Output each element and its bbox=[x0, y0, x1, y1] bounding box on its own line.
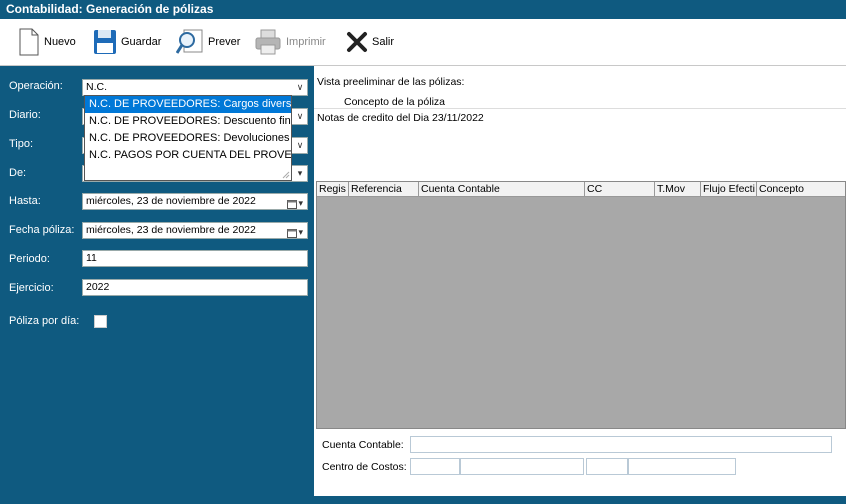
printer-icon bbox=[255, 29, 281, 55]
cuenta-contable-input[interactable] bbox=[410, 436, 832, 453]
dropdown-item[interactable]: N.C. DE PROVEEDORES: Cargos diversos bbox=[85, 96, 291, 113]
close-x-icon bbox=[347, 32, 367, 52]
salir-label: Salir bbox=[372, 36, 395, 48]
grid-header-tmov[interactable]: T.Mov bbox=[655, 182, 701, 197]
grid-header-flujo[interactable]: Flujo Efecti bbox=[701, 182, 757, 197]
grid-header-concepto[interactable]: Concepto bbox=[757, 182, 845, 197]
bottom-border bbox=[0, 496, 846, 504]
imprimir-button[interactable]: Imprimir bbox=[254, 27, 326, 57]
new-document-icon bbox=[19, 28, 39, 56]
resize-grip-icon[interactable] bbox=[282, 171, 290, 179]
tipo-label: Tipo: bbox=[9, 138, 34, 150]
ejercicio-label: Ejercicio: bbox=[9, 282, 54, 294]
operacion-dropdown-list: N.C. DE PROVEEDORES: Cargos diversos N.C… bbox=[84, 95, 292, 181]
salir-button[interactable]: Salir bbox=[346, 27, 394, 57]
hasta-value: miércoles, 23 de noviembre de 2022 bbox=[86, 195, 256, 207]
dropdown-item[interactable]: N.C. PAGOS POR CUENTA DEL PROVEEDO bbox=[85, 147, 291, 164]
prever-label: Prever bbox=[208, 36, 241, 48]
fecha-poliza-date-picker[interactable]: miércoles, 23 de noviembre de 2022 ▾ bbox=[82, 222, 308, 239]
calendar-icon[interactable]: ▾ bbox=[287, 196, 303, 209]
operacion-value: N.C. bbox=[86, 81, 107, 93]
grid-header-regis[interactable]: Regis bbox=[317, 182, 349, 197]
dropdown-item[interactable]: N.C. DE PROVEEDORES: Devoluciones bbox=[85, 130, 291, 147]
prever-button[interactable]: Prever bbox=[176, 27, 240, 57]
grid-header-cc[interactable]: CC bbox=[585, 182, 655, 197]
dropdown-arrow-icon[interactable]: ▾ bbox=[293, 166, 307, 181]
centro-costos-segment-3[interactable] bbox=[586, 458, 628, 475]
grid-header-cuenta[interactable]: Cuenta Contable bbox=[419, 182, 585, 197]
guardar-button[interactable]: Guardar bbox=[93, 27, 161, 57]
nuevo-button[interactable]: Nuevo bbox=[18, 27, 76, 57]
ejercicio-value: 2022 bbox=[86, 281, 110, 293]
preview-title: Vista preeliminar de las pólizas: bbox=[317, 76, 465, 88]
periodo-label: Periodo: bbox=[9, 253, 50, 265]
magnifier-icon bbox=[176, 29, 203, 54]
concepto-header: Concepto de la póliza bbox=[344, 96, 445, 108]
concepto-textarea[interactable]: Notas de credito del Dia 23/11/2022 bbox=[314, 108, 846, 181]
preview-panel: Vista preeliminar de las pólizas: Concep… bbox=[314, 66, 846, 496]
operacion-label: Operación: bbox=[9, 80, 63, 92]
periodo-input[interactable]: 11 bbox=[82, 250, 308, 267]
fecha-poliza-value: miércoles, 23 de noviembre de 2022 bbox=[86, 224, 256, 236]
poliza-por-dia-label: Póliza por día: bbox=[9, 315, 80, 327]
centro-costos-segment-2[interactable] bbox=[460, 458, 584, 475]
toolbar: Nuevo Guardar Prever Imprimir Salir bbox=[0, 19, 846, 66]
window-title: Contabilidad: Generación de pólizas bbox=[0, 0, 846, 19]
operacion-combobox[interactable]: N.C. ∨ bbox=[82, 79, 308, 96]
calendar-icon[interactable]: ▾ bbox=[287, 225, 303, 238]
chevron-down-icon[interactable]: ∨ bbox=[293, 138, 307, 153]
grid-header-referencia[interactable]: Referencia bbox=[349, 182, 419, 197]
hasta-date-picker[interactable]: miércoles, 23 de noviembre de 2022 ▾ bbox=[82, 193, 308, 210]
centro-costos-label: Centro de Costos: bbox=[322, 461, 407, 473]
chevron-down-icon[interactable]: ∨ bbox=[293, 109, 307, 124]
hasta-label: Hasta: bbox=[9, 195, 41, 207]
cuenta-contable-label: Cuenta Contable: bbox=[322, 439, 404, 451]
chevron-down-icon[interactable]: ∨ bbox=[293, 80, 307, 95]
diario-label: Diario: bbox=[9, 109, 41, 121]
concepto-text: Notas de credito del Dia 23/11/2022 bbox=[317, 112, 484, 124]
ejercicio-input[interactable]: 2022 bbox=[82, 279, 308, 296]
de-label: De: bbox=[9, 167, 27, 179]
periodo-value: 11 bbox=[86, 252, 97, 264]
dropdown-item[interactable]: N.C. DE PROVEEDORES: Descuento financi bbox=[85, 113, 291, 130]
centro-costos-segment-1[interactable] bbox=[410, 458, 460, 475]
centro-costos-segment-4[interactable] bbox=[628, 458, 736, 475]
imprimir-label: Imprimir bbox=[286, 36, 326, 48]
polizas-grid[interactable]: Regis Referencia Cuenta Contable CC T.Mo… bbox=[316, 181, 846, 429]
poliza-por-dia-checkbox[interactable] bbox=[94, 315, 107, 328]
fecha-poliza-label: Fecha póliza: bbox=[9, 224, 75, 236]
guardar-label: Guardar bbox=[121, 36, 162, 48]
nuevo-label: Nuevo bbox=[44, 36, 76, 48]
save-icon bbox=[94, 30, 116, 54]
